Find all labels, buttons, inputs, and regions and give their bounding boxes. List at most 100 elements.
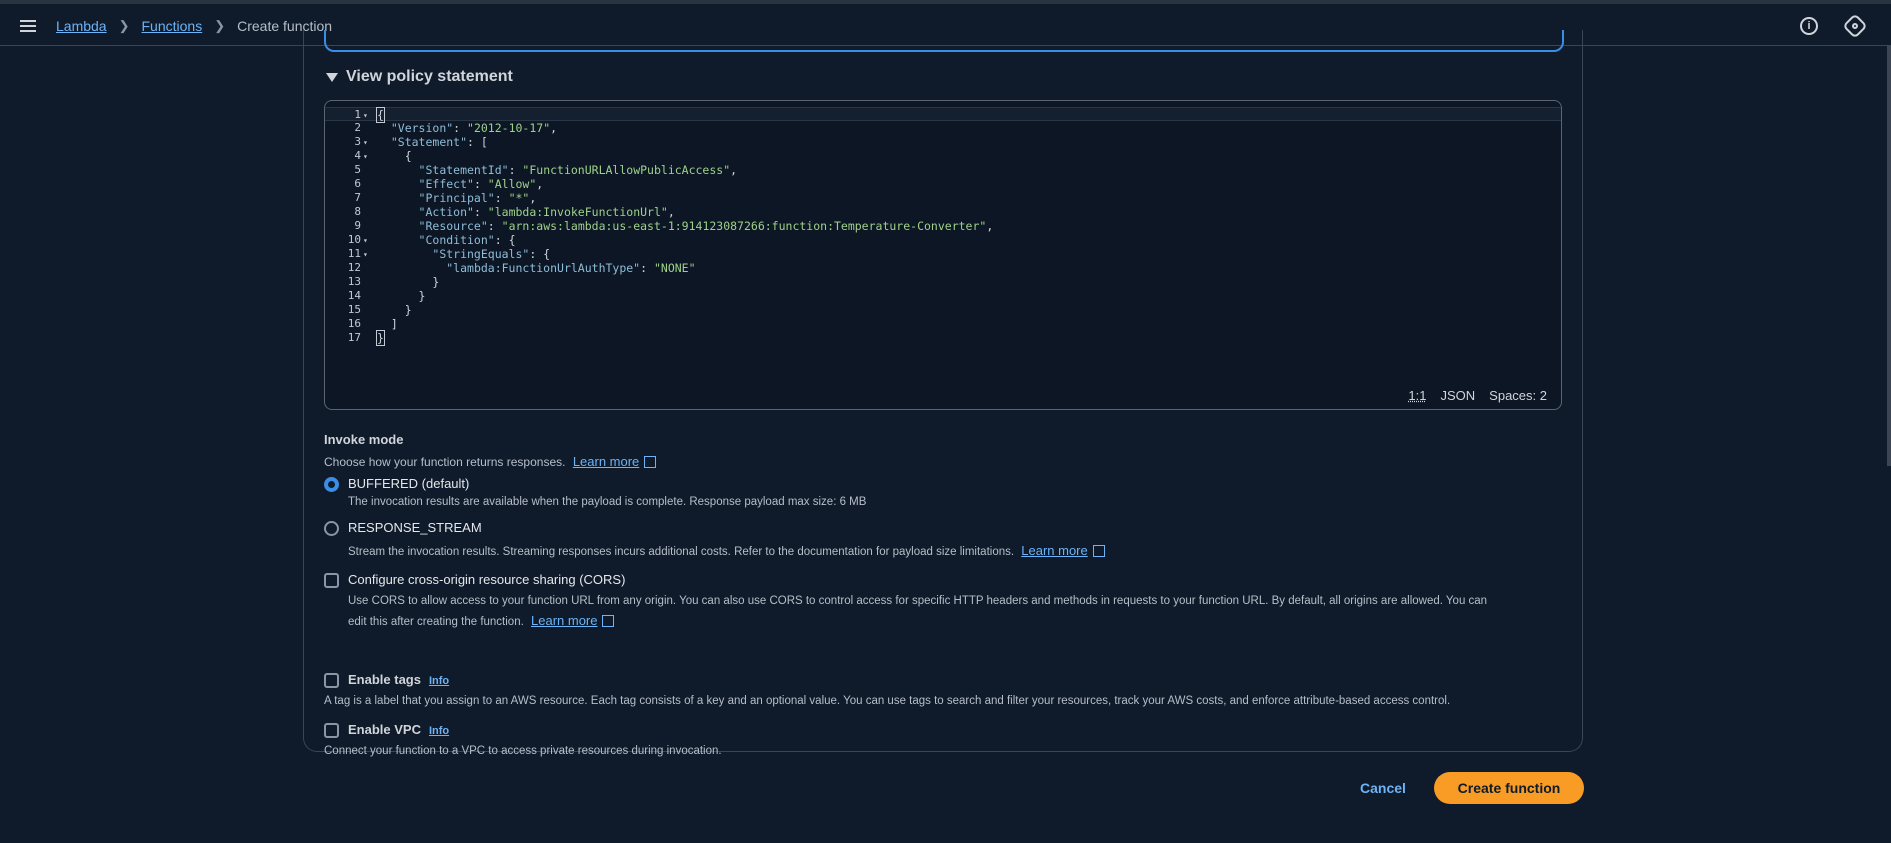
radio-response-stream-description: Stream the invocation results. Streaming… [348,543,1105,558]
line-text: "Effect": "Allow", [418,177,544,191]
line-number: 4 [354,149,361,162]
editor-status-bar: 1:1 JSON Spaces: 2 [1408,388,1547,403]
line-number: 15 [347,303,361,316]
line-number: 11 [347,247,361,260]
cancel-button[interactable]: Cancel [1348,772,1418,804]
radio-buffered-description: The invocation results are available whe… [348,496,867,508]
enable-tags-checkbox[interactable] [324,673,339,688]
line-text: "Statement": [ [390,135,488,149]
page-scrollbar[interactable] [1887,46,1891,466]
cors-checkbox[interactable] [324,573,339,588]
line-text: "Condition": { [418,233,516,247]
settings-hexagon-icon[interactable] [1842,13,1868,39]
cors-description: Use CORS to allow access to your functio… [348,595,1488,628]
create-function-button[interactable]: Create function [1434,772,1584,804]
code-lines: 1 ▾{2 "Version": "2012-10-17", 3 ▾ "Stateme… [325,107,1561,346]
chevron-right-icon: ❯ [118,18,130,33]
enable-vpc-label[interactable]: Enable VPC Info [348,722,449,737]
external-link-icon [644,456,657,468]
line-text: "Principal": "*", [418,191,537,205]
invoke-mode-learn-more[interactable]: Learn more [573,454,657,469]
breadcrumb: Lambda ❯ Functions ❯ Create function [56,18,332,34]
line-text: "Action": "lambda:InvokeFunctionUrl", [418,205,675,219]
fold-arrow-icon[interactable]: ▾ [363,248,368,262]
code-line[interactable]: 9 "Resource": "arn:aws:lambda:us-east-1:… [325,219,1561,233]
chevron-right-icon: ❯ [214,18,226,33]
info-icon[interactable]: i [1800,17,1818,35]
code-line[interactable]: 10 ▾ "Condition": { [325,233,1561,247]
line-number: 10 [347,233,361,246]
caret-down-icon [326,72,338,82]
radio-buffered-label[interactable]: BUFFERED (default) [348,476,469,491]
line-text: ] [377,317,398,331]
line-number: 2 [354,121,361,134]
code-line[interactable]: 11 ▾ "StringEquals": { [325,247,1561,261]
focused-field-outline [324,30,1564,52]
cors-label[interactable]: Configure cross-origin resource sharing … [348,572,625,587]
code-line[interactable]: 7 "Principal": "*", [325,191,1561,205]
code-line[interactable]: 4 ▾ { [325,149,1561,163]
fold-arrow-icon[interactable]: ▾ [363,150,368,164]
radio-response-stream[interactable] [324,521,339,536]
line-text: "StatementId": "FunctionURLAllowPublicAc… [418,163,738,177]
line-number: 5 [354,163,361,176]
code-line[interactable]: 12 "lambda:FunctionUrlAuthType": "NONE" [325,261,1561,275]
enable-vpc-checkbox[interactable] [324,723,339,738]
fold-arrow-icon[interactable]: ▾ [363,136,368,150]
indent-setting: Spaces: 2 [1489,388,1547,403]
line-number: 7 [354,191,361,204]
fold-arrow-icon[interactable]: ▾ [363,234,368,248]
code-line[interactable]: 1 ▾{ [325,107,1561,123]
code-line[interactable]: 3 ▾ "Statement": [ [325,135,1561,149]
line-text: } [377,289,426,303]
invoke-mode-description: Choose how your function returns respons… [324,454,657,469]
line-text: "Version": "2012-10-17", [390,121,558,135]
code-line[interactable]: 6 "Effect": "Allow", [325,177,1561,191]
code-line[interactable]: 8 "Action": "lambda:InvokeFunctionUrl", [325,205,1561,219]
vpc-info-link[interactable]: Info [429,725,449,737]
breadcrumb-functions[interactable]: Functions [142,18,203,34]
code-line[interactable]: 15 } [325,303,1561,317]
line-text: } [376,330,385,346]
code-line[interactable]: 13 } [325,275,1561,289]
cursor-position[interactable]: 1:1 [1408,388,1426,403]
radio-buffered[interactable] [324,477,339,492]
line-number: 3 [354,135,361,148]
line-number: 13 [347,275,361,288]
line-number: 8 [354,205,361,218]
cors-learn-more[interactable]: Learn more [531,613,615,628]
tags-description: A tag is a label that you assign to an A… [324,695,1451,707]
enable-tags-label[interactable]: Enable tags Info [348,672,449,687]
line-number: 16 [347,317,361,330]
code-line[interactable]: 2 "Version": "2012-10-17", [325,121,1561,135]
line-number: 6 [354,177,361,190]
vpc-description: Connect your function to a VPC to access… [324,745,722,757]
line-number: 1 [354,108,361,121]
code-line[interactable]: 17} [325,330,1561,346]
line-text: } [377,275,440,289]
line-text: { [376,107,385,123]
response-stream-learn-more[interactable]: Learn more [1021,543,1105,558]
code-line[interactable]: 5 "StatementId": "FunctionURLAllowPublic… [325,163,1561,177]
view-policy-label: View policy statement [346,68,513,85]
language-mode: JSON [1440,388,1476,403]
line-number: 12 [347,261,361,274]
invoke-mode-title: Invoke mode [324,432,404,447]
menu-icon[interactable] [20,20,36,32]
breadcrumb-lambda[interactable]: Lambda [56,18,107,34]
view-policy-toggle[interactable]: View policy statement [326,68,513,86]
function-url-panel: View policy statement 1 ▾{2 "Version": "2… [303,30,1583,757]
line-number: 17 [347,331,361,344]
line-text: "StringEquals": { [432,247,551,261]
external-link-icon [602,615,615,627]
line-text: { [377,149,412,163]
code-line[interactable]: 16 ] [325,317,1561,331]
external-link-icon [1092,545,1105,557]
policy-code-editor[interactable]: 1 ▾{2 "Version": "2012-10-17", 3 ▾ "Stateme… [324,100,1562,410]
line-text: "lambda:FunctionUrlAuthType": "NONE" [446,261,696,275]
code-line[interactable]: 14 } [325,289,1561,303]
tags-info-link[interactable]: Info [429,675,449,687]
line-number: 14 [347,289,361,302]
line-number: 9 [354,219,361,232]
radio-response-stream-label[interactable]: RESPONSE_STREAM [348,520,482,535]
